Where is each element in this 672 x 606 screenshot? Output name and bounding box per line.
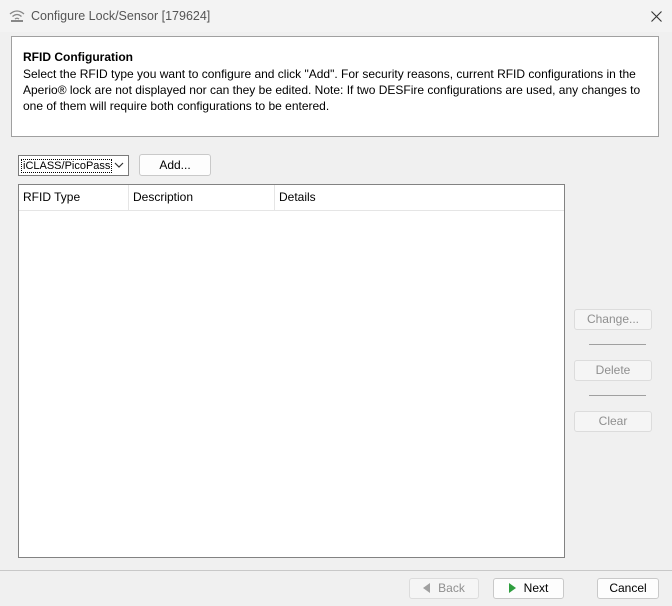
column-header-description[interactable]: Description xyxy=(129,185,275,210)
change-button[interactable]: Change... xyxy=(574,309,652,330)
back-arrow-icon xyxy=(423,582,431,593)
clear-button[interactable]: Clear xyxy=(574,411,652,432)
delete-button[interactable]: Delete xyxy=(574,360,652,381)
title-bar: Configure Lock/Sensor [179624] xyxy=(0,0,672,32)
next-button[interactable]: Next xyxy=(493,578,564,599)
rfid-type-dropdown[interactable]: iCLASS/PicoPass xyxy=(18,155,129,176)
close-icon xyxy=(650,10,662,22)
column-header-details[interactable]: Details xyxy=(275,185,564,210)
chevron-down-icon xyxy=(114,162,124,168)
header-description: Select the RFID type you want to configu… xyxy=(23,67,641,113)
footer-divider xyxy=(0,570,672,571)
window-title: Configure Lock/Sensor [179624] xyxy=(31,9,211,23)
wireless-lock-icon xyxy=(9,10,25,22)
header-title: RFID Configuration xyxy=(23,50,133,64)
rfid-config-table[interactable]: RFID Type Description Details xyxy=(18,184,565,558)
back-button-label: Back xyxy=(438,581,465,595)
rfid-type-selected: iCLASS/PicoPass xyxy=(21,159,113,173)
header-panel: RFID Configuration Select the RFID type … xyxy=(11,36,659,137)
add-button[interactable]: Add... xyxy=(139,154,211,176)
column-header-rfid-type[interactable]: RFID Type xyxy=(19,185,129,210)
close-button[interactable] xyxy=(646,6,666,26)
cancel-button[interactable]: Cancel xyxy=(597,578,659,599)
table-header: RFID Type Description Details xyxy=(19,185,564,211)
divider xyxy=(589,395,646,396)
next-arrow-icon xyxy=(508,582,516,593)
back-button[interactable]: Back xyxy=(409,578,479,599)
divider xyxy=(589,344,646,345)
next-button-label: Next xyxy=(523,581,549,595)
